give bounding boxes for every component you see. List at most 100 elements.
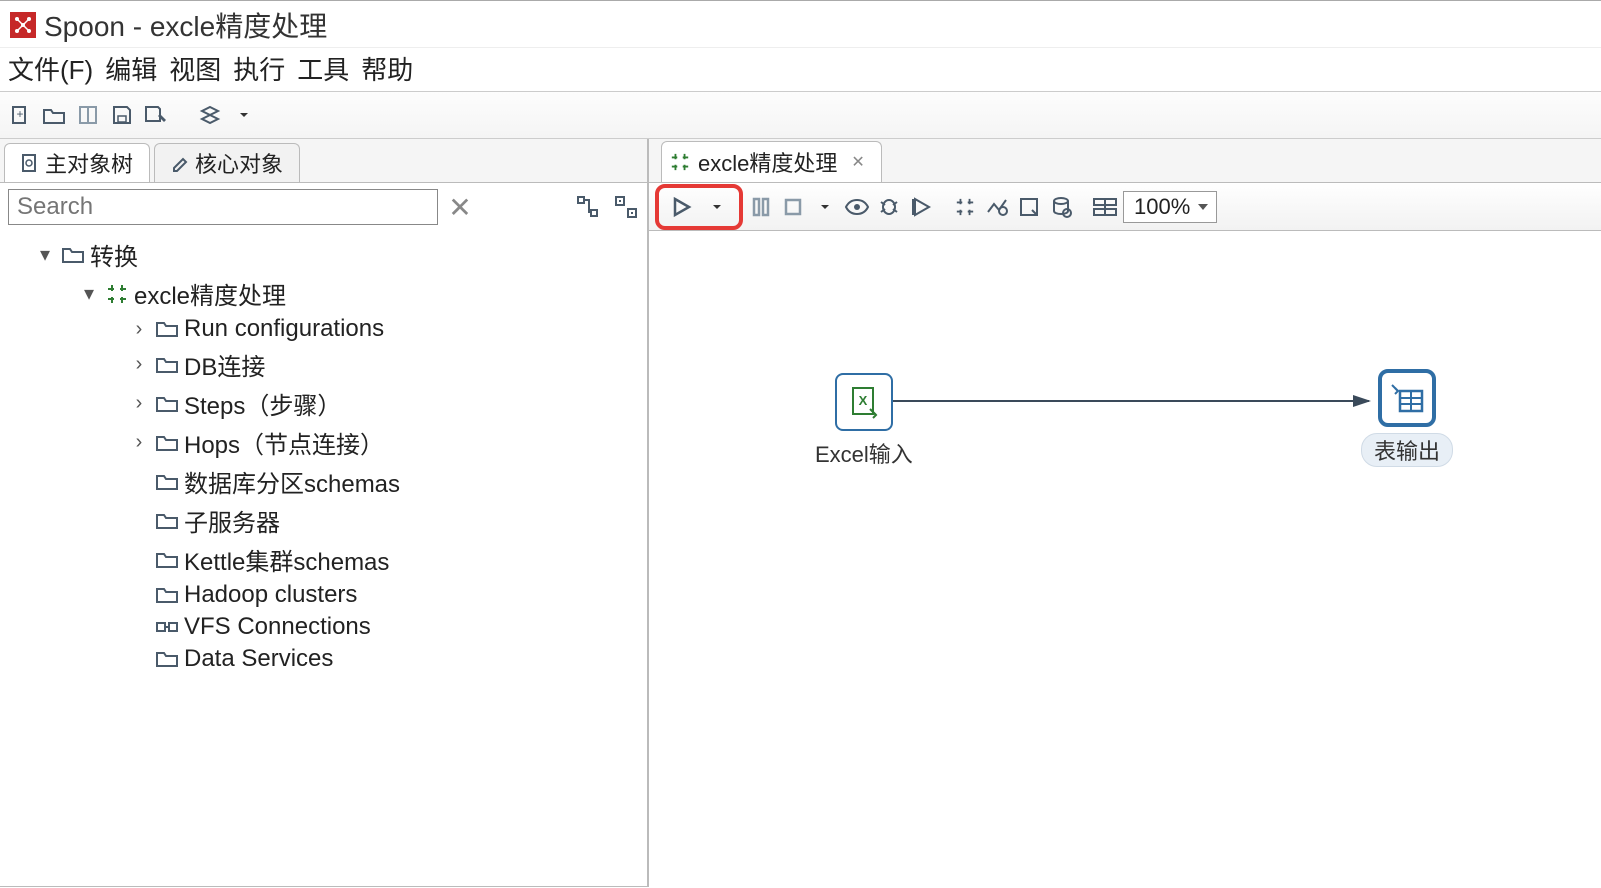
left-tabbar: 主对象树 核心对象 bbox=[0, 139, 647, 183]
chevron-right-icon[interactable]: › bbox=[128, 318, 150, 341]
svg-text:+: + bbox=[16, 107, 23, 121]
tree-item-label: Data Services bbox=[184, 645, 333, 673]
sql-icon[interactable] bbox=[1015, 193, 1043, 221]
tree-item-label: Kettle集群schemas bbox=[184, 542, 389, 577]
titlebar: Spoon - excle精度处理 bbox=[0, 0, 1601, 48]
tree: ▾ 转换 ▾ excle精度处理 › Run configurations › … bbox=[0, 231, 647, 679]
tree-item-data-services[interactable]: Data Services bbox=[8, 643, 643, 675]
canvas-tab-label: excle精度处理 bbox=[698, 146, 837, 178]
tree-item-label: DB连接 bbox=[184, 347, 265, 382]
new-file-icon[interactable]: + bbox=[6, 101, 34, 129]
step-excel-input[interactable]: X Excel输入 bbox=[815, 373, 913, 469]
blank-expander bbox=[128, 648, 150, 671]
folder-icon bbox=[156, 395, 178, 413]
tree-item-label: Hadoop clusters bbox=[184, 581, 357, 609]
folder-icon bbox=[156, 473, 178, 491]
excel-step-icon: X bbox=[835, 373, 893, 431]
menubar: 文件(F) 编辑 视图 执行 工具 帮助 bbox=[0, 48, 1601, 91]
stop-icon[interactable] bbox=[779, 193, 807, 221]
chevron-right-icon[interactable]: › bbox=[128, 392, 150, 415]
blank-expander bbox=[128, 470, 150, 493]
menu-view[interactable]: 视图 bbox=[169, 50, 221, 87]
canvas-toolbar: 100% bbox=[649, 183, 1601, 231]
tree-item-vfs-connections[interactable]: VFS Connections bbox=[8, 611, 643, 643]
canvas-tab[interactable]: excle精度处理 ✕ bbox=[661, 141, 882, 182]
tab-main-tree[interactable]: 主对象树 bbox=[4, 143, 150, 182]
tab-core-objects[interactable]: 核心对象 bbox=[154, 143, 300, 182]
left-panel: 主对象树 核心对象 ✕ ▾ 转换 bbox=[0, 139, 648, 887]
tree-item-slave-servers[interactable]: 子服务器 bbox=[8, 501, 643, 540]
verify-icon[interactable] bbox=[951, 193, 979, 221]
menu-edit[interactable]: 编辑 bbox=[105, 50, 157, 87]
document-icon bbox=[21, 153, 39, 173]
step-table-output-label: 表输出 bbox=[1361, 433, 1453, 467]
close-tab-icon[interactable]: ✕ bbox=[851, 152, 864, 172]
menu-tools[interactable]: 工具 bbox=[297, 50, 349, 87]
menu-help[interactable]: 帮助 bbox=[361, 50, 413, 87]
run-icon[interactable] bbox=[667, 193, 695, 221]
menu-run[interactable]: 执行 bbox=[233, 50, 285, 87]
expand-tree-icon[interactable] bbox=[575, 194, 601, 220]
zoom-value: 100% bbox=[1134, 194, 1190, 220]
save-as-icon[interactable] bbox=[142, 101, 170, 129]
tree-item-kettle-cluster-schemas[interactable]: Kettle集群schemas bbox=[8, 540, 643, 579]
collapse-tree-icon[interactable] bbox=[613, 194, 639, 220]
tree-item-db-connections[interactable]: › DB连接 bbox=[8, 345, 643, 384]
impact-icon[interactable] bbox=[983, 193, 1011, 221]
svg-text:X: X bbox=[859, 393, 868, 408]
stop-dropdown-icon[interactable] bbox=[811, 193, 839, 221]
transformation-icon bbox=[106, 283, 128, 305]
clear-search-icon[interactable]: ✕ bbox=[446, 191, 474, 224]
run-dropdown-icon[interactable] bbox=[703, 193, 731, 221]
perspectives-dropdown-icon[interactable] bbox=[230, 101, 258, 129]
blank-expander bbox=[128, 548, 150, 571]
folder-icon bbox=[156, 650, 178, 668]
blank-expander bbox=[128, 509, 150, 532]
tree-item-hops[interactable]: › Hops（节点连接） bbox=[8, 423, 643, 462]
right-panel: excle精度处理 ✕ bbox=[648, 139, 1601, 887]
show-results-icon[interactable] bbox=[1091, 193, 1119, 221]
explore-db-icon[interactable] bbox=[1047, 193, 1075, 221]
blank-expander bbox=[128, 616, 150, 639]
chevron-down-icon[interactable]: ▾ bbox=[34, 242, 56, 267]
step-table-output[interactable]: 表输出 bbox=[1361, 369, 1453, 467]
tree-root-label: 转换 bbox=[90, 237, 138, 272]
tree-transformation-item[interactable]: ▾ excle精度处理 bbox=[8, 274, 643, 313]
open-file-icon[interactable] bbox=[40, 101, 68, 129]
debug-icon[interactable] bbox=[875, 193, 903, 221]
perspectives-icon[interactable] bbox=[196, 101, 224, 129]
tab-core-objects-label: 核心对象 bbox=[195, 147, 283, 179]
pencil-icon bbox=[171, 153, 189, 173]
folder-icon bbox=[156, 551, 178, 569]
chevron-down-icon[interactable]: ▾ bbox=[78, 281, 100, 306]
search-input[interactable] bbox=[8, 189, 438, 225]
tree-item-label: Run configurations bbox=[184, 315, 384, 343]
folder-icon bbox=[62, 246, 84, 264]
transformation-icon bbox=[670, 152, 690, 172]
zoom-select[interactable]: 100% bbox=[1123, 191, 1217, 223]
tree-item-label: Hops（节点连接） bbox=[184, 425, 384, 460]
preview-icon[interactable] bbox=[843, 193, 871, 221]
menu-file[interactable]: 文件(F) bbox=[8, 50, 93, 87]
save-icon[interactable] bbox=[108, 101, 136, 129]
canvas[interactable]: X Excel输入 表输出 bbox=[649, 231, 1601, 887]
folder-icon bbox=[156, 586, 178, 604]
tree-root-transformation[interactable]: ▾ 转换 bbox=[8, 235, 643, 274]
tree-item-db-partition-schemas[interactable]: 数据库分区schemas bbox=[8, 462, 643, 501]
tree-item-hadoop-clusters[interactable]: Hadoop clusters bbox=[8, 579, 643, 611]
replay-icon[interactable] bbox=[907, 193, 935, 221]
tab-main-tree-label: 主对象树 bbox=[45, 147, 133, 179]
tree-transformation-label: excle精度处理 bbox=[134, 276, 286, 311]
folder-icon bbox=[156, 434, 178, 452]
tree-item-steps[interactable]: › Steps（步骤） bbox=[8, 384, 643, 423]
chevron-right-icon[interactable]: › bbox=[128, 431, 150, 454]
window-title: Spoon - excle精度处理 bbox=[44, 5, 327, 45]
folder-icon bbox=[156, 356, 178, 374]
tree-item-run-configurations[interactable]: › Run configurations bbox=[8, 313, 643, 345]
pause-icon[interactable] bbox=[747, 193, 775, 221]
main-toolbar: + bbox=[0, 91, 1601, 139]
chevron-right-icon[interactable]: › bbox=[128, 353, 150, 376]
hop-line bbox=[649, 231, 1601, 887]
app-icon bbox=[10, 12, 36, 38]
explore-icon[interactable] bbox=[74, 101, 102, 129]
